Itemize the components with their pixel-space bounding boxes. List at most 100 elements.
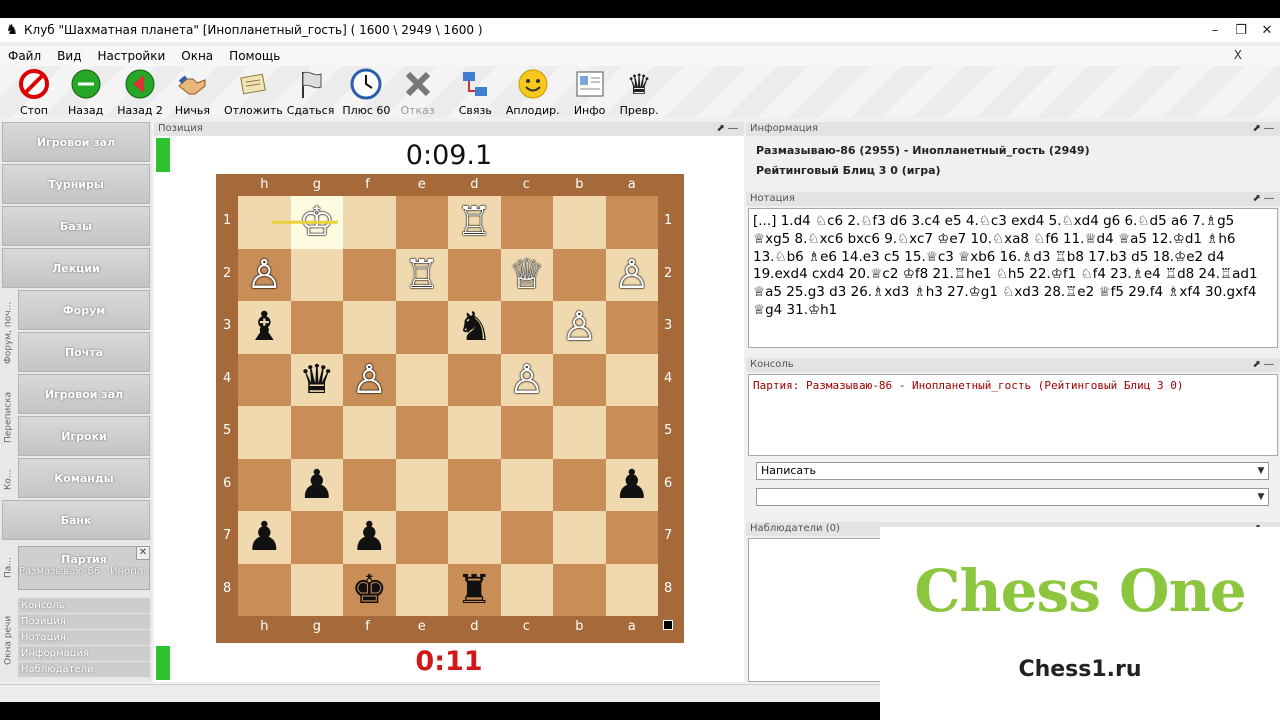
vtab-forum-mail[interactable]: Форум, поч...: [1, 292, 16, 374]
square-c1[interactable]: [500, 196, 553, 249]
nav-game-hall-2[interactable]: Игровой зал: [18, 374, 150, 414]
close-button[interactable]: ✕: [1254, 19, 1280, 41]
square-b2[interactable]: [553, 248, 606, 301]
chat-input-select[interactable]: ▼: [756, 488, 1269, 506]
nav-game-hall[interactable]: Игровой зал: [2, 122, 150, 162]
square-c7[interactable]: [500, 511, 553, 564]
maximize-button[interactable]: ❐: [1228, 19, 1254, 41]
adjourn-button[interactable]: Отложить: [224, 66, 283, 117]
window-item-position[interactable]: Позиция: [18, 614, 150, 630]
mdi-close-button[interactable]: X: [1234, 48, 1242, 62]
back-button[interactable]: Назад: [68, 66, 103, 117]
square-d2[interactable]: [448, 248, 501, 301]
black-pawn-f7[interactable]: ♟: [343, 511, 396, 564]
menu-file[interactable]: Файл: [0, 49, 45, 63]
square-h1[interactable]: [238, 196, 291, 249]
menu-help[interactable]: Помощь: [221, 49, 284, 63]
refuse-button[interactable]: Отказ: [400, 66, 435, 117]
resign-button[interactable]: Сдаться: [287, 66, 334, 117]
black-queen-g4[interactable]: ♛: [291, 354, 344, 407]
black-knight-d3[interactable]: ♞: [448, 301, 501, 354]
square-c5[interactable]: [500, 406, 553, 459]
square-g7[interactable]: [290, 511, 343, 564]
square-h6[interactable]: [238, 458, 291, 511]
white-rook-d1[interactable]: ♖: [448, 196, 501, 249]
info-button[interactable]: Инфо: [574, 66, 606, 117]
menu-settings[interactable]: Настройки: [89, 49, 169, 63]
square-g5[interactable]: [290, 406, 343, 459]
white-pawn-a2[interactable]: ♙: [606, 249, 659, 302]
nav-forum[interactable]: Форум: [18, 290, 150, 330]
square-a3[interactable]: [605, 301, 658, 354]
party-close-button[interactable]: ✕: [136, 546, 150, 560]
draw-button[interactable]: Ничья: [175, 66, 210, 117]
black-pawn-g6[interactable]: ♟: [291, 459, 344, 512]
white-pawn-b3[interactable]: ♙: [553, 301, 606, 354]
square-h8[interactable]: [238, 563, 291, 616]
console-output[interactable]: Партия: Размазываю-86 - Инопланетный_гос…: [748, 374, 1278, 456]
square-c6[interactable]: [500, 458, 553, 511]
vtab-speech-windows[interactable]: Окна речи: [1, 598, 16, 682]
square-e4[interactable]: [395, 353, 448, 406]
square-a4[interactable]: [605, 353, 658, 406]
square-h5[interactable]: [238, 406, 291, 459]
vtab-party[interactable]: Па...: [1, 546, 16, 590]
square-b4[interactable]: [553, 353, 606, 406]
square-f6[interactable]: [343, 458, 396, 511]
square-c3[interactable]: [500, 301, 553, 354]
notation-panel-controls[interactable]: ⬈ ―: [1252, 192, 1274, 206]
white-pawn-f4[interactable]: ♙: [343, 354, 396, 407]
stop-button[interactable]: Стоп: [18, 66, 50, 117]
square-f1[interactable]: [343, 196, 396, 249]
square-f3[interactable]: [343, 301, 396, 354]
nav-mail[interactable]: Почта: [18, 332, 150, 372]
square-b1[interactable]: [553, 196, 606, 249]
white-king-g1[interactable]: ♔: [291, 196, 344, 249]
nav-bank[interactable]: Банк: [2, 500, 150, 540]
square-f2[interactable]: [343, 248, 396, 301]
party-tab[interactable]: Партия Размазываю-86 - Инопл... ✕: [18, 546, 150, 590]
square-f5[interactable]: [343, 406, 396, 459]
information-panel-controls[interactable]: ⬈ ―: [1252, 122, 1274, 136]
square-d5[interactable]: [448, 406, 501, 459]
square-e8[interactable]: [395, 563, 448, 616]
black-bishop-h3[interactable]: ♝: [238, 301, 291, 354]
black-pawn-h7[interactable]: ♟: [238, 511, 291, 564]
window-item-notation[interactable]: Нотация: [18, 630, 150, 646]
menu-windows[interactable]: Окна: [173, 49, 217, 63]
nav-lectures[interactable]: Лекции: [2, 248, 150, 288]
chat-mode-select[interactable]: Написать ▼: [756, 462, 1269, 480]
window-item-observers[interactable]: Наблюдатели: [18, 662, 150, 678]
black-king-f8[interactable]: ♚: [343, 564, 396, 617]
square-g2[interactable]: [290, 248, 343, 301]
square-e3[interactable]: [395, 301, 448, 354]
menu-view[interactable]: Вид: [49, 49, 85, 63]
square-e1[interactable]: [395, 196, 448, 249]
applaud-button[interactable]: Аплодир.: [506, 66, 560, 117]
square-g8[interactable]: [290, 563, 343, 616]
connection-button[interactable]: Связь: [459, 66, 492, 117]
square-e6[interactable]: [395, 458, 448, 511]
square-a1[interactable]: [605, 196, 658, 249]
square-a8[interactable]: [605, 563, 658, 616]
white-pawn-c4[interactable]: ♙: [501, 354, 554, 407]
chess-board[interactable]: h h g g f f e e d d c c b b a a 1 1 2 2 3 3 4 4 5 5 6 6 7 7 8 8 ♔ ♖ ♙ ♖ ♕ ♙ ♝ ♞…: [216, 174, 684, 643]
vtab-teams[interactable]: Ко...: [1, 460, 16, 500]
window-item-information[interactable]: Информация: [18, 646, 150, 662]
white-rook-e2[interactable]: ♖: [396, 249, 449, 302]
square-e5[interactable]: [395, 406, 448, 459]
black-rook-d8[interactable]: ♜: [448, 564, 501, 617]
promotion-button[interactable]: ♛ Превр.: [620, 66, 659, 118]
square-b6[interactable]: [553, 458, 606, 511]
back2-button[interactable]: Назад 2: [117, 66, 163, 117]
square-e7[interactable]: [395, 511, 448, 564]
vtab-correspondence[interactable]: Переписка: [1, 376, 16, 458]
square-d6[interactable]: [448, 458, 501, 511]
square-a7[interactable]: [605, 511, 658, 564]
white-pawn-h2[interactable]: ♙: [238, 249, 291, 302]
square-a5[interactable]: [605, 406, 658, 459]
position-panel-controls[interactable]: ⬈ ―: [716, 122, 738, 136]
square-b7[interactable]: [553, 511, 606, 564]
black-pawn-a6[interactable]: ♟: [606, 459, 659, 512]
nav-tournaments[interactable]: Турниры: [2, 164, 150, 204]
